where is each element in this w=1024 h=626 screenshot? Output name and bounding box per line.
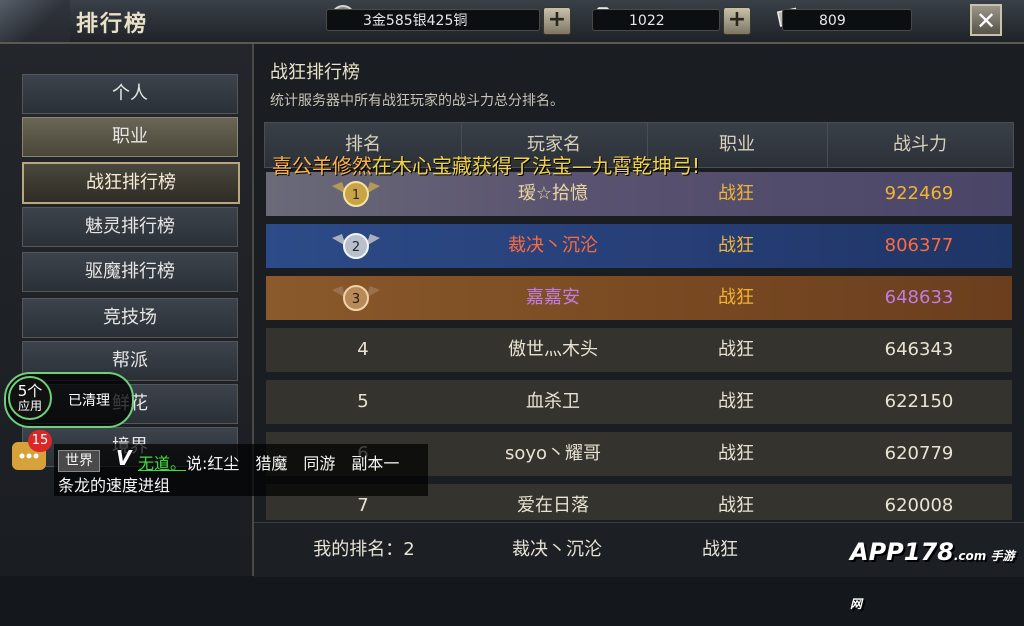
player-rank: 5 — [357, 391, 369, 412]
chat-sender[interactable]: 无道。 — [138, 454, 186, 473]
nav-personal[interactable]: 个人 — [22, 74, 238, 114]
diamond-value: 1022 — [629, 13, 665, 29]
vip-icon: V — [116, 446, 132, 470]
player-power: 806377 — [884, 235, 954, 256]
add-diamond-button[interactable]: + — [723, 7, 751, 35]
app-count: 5个 — [17, 382, 43, 400]
player-class: 战狂 — [718, 391, 754, 412]
player-class: 战狂 — [718, 287, 754, 308]
player-power: 648633 — [884, 287, 954, 308]
ticket-value: 809 — [819, 13, 846, 29]
player-power: 622150 — [884, 391, 954, 412]
nav-qumo-ranking[interactable]: 驱魔排行榜 — [22, 252, 238, 292]
player-name: 嘉嘉安 — [526, 287, 580, 308]
broadcast-player: 喜公羊修然 — [272, 154, 372, 178]
app-cleaner-bubble[interactable]: 5个 应用 已清理 — [4, 372, 134, 428]
watermark-logo: APP178.com 手游网 — [850, 530, 1020, 611]
svg-text:3: 3 — [352, 292, 360, 307]
cleaned-label: 已清理 — [68, 393, 110, 409]
table-row[interactable]: 3 嘉嘉安 战狂 648633 — [266, 276, 1012, 320]
silver-medal-icon: 2 — [332, 233, 380, 259]
player-name: 傲世灬木头 — [508, 339, 598, 360]
player-class: 战狂 — [718, 339, 754, 360]
diamond-display: 1022 — [592, 9, 720, 31]
chat-message-line1: 无道。说:红尘 猎魔 同游 副本一 — [138, 450, 399, 474]
top-bar: 排行榜 3金585银425铜 + 1022 + 809 ✕ — [0, 0, 1024, 44]
svg-text:1: 1 — [352, 188, 360, 203]
app-count-label: 应用 — [17, 399, 42, 413]
player-rank: 4 — [357, 339, 369, 360]
chat-message-text: 说:红尘 猎魔 同游 副本一 — [186, 454, 400, 473]
player-name: 裁决丶沉沦 — [508, 235, 598, 256]
watermark-text: APP178 — [850, 538, 954, 566]
page-title: 排行榜 — [76, 12, 149, 37]
chat-unread-badge: 15 — [28, 430, 52, 452]
channel-tag: 世界 — [58, 450, 100, 472]
player-name: soyo丶耀哥 — [504, 443, 602, 464]
bronze-medal-icon: 3 — [332, 285, 380, 311]
chat-message-line2: 条龙的速度进组 — [58, 476, 171, 495]
player-class: 战狂 — [718, 235, 754, 256]
currency-display: 3金585银425铜 — [326, 9, 540, 31]
table-row[interactable]: 5 血杀卫 战狂 622150 — [266, 380, 1012, 424]
nav-profession[interactable]: 职业 — [22, 117, 238, 157]
gold-medal-icon: 1 — [332, 181, 380, 207]
nav-meiling-ranking[interactable]: 魅灵排行榜 — [22, 207, 238, 247]
add-currency-button[interactable]: + — [543, 7, 571, 35]
system-broadcast: 喜公羊修然在木心宝藏获得了法宝—九霄乾坤弓! — [272, 150, 700, 179]
table-row[interactable]: 2 裁决丶沉沦 战狂 806377 — [266, 224, 1012, 268]
player-power: 646343 — [884, 339, 954, 360]
player-power: 922469 — [884, 183, 954, 204]
close-button[interactable]: ✕ — [970, 4, 1002, 36]
app-count-circle[interactable]: 5个 应用 — [8, 376, 52, 420]
nav-zhankuang-ranking[interactable]: 战狂排行榜 — [22, 162, 240, 204]
ranking-description: 统计服务器中所有战狂玩家的战斗力总分排名。 — [270, 93, 564, 109]
player-name: 血杀卫 — [526, 391, 580, 412]
category-sidebar: 个人 职业 战狂排行榜 魅灵排行榜 驱魔排行榜 竞技场 帮派 鲜花 境界 — [0, 44, 254, 576]
column-header-power: 战斗力 — [893, 134, 947, 155]
broadcast-text: 在木心宝藏获得了法宝—九霄乾坤弓! — [372, 154, 701, 178]
my-rank-label: 我的排名：2 — [313, 539, 415, 560]
chat-box[interactable]: 世界 V 无道。说:红尘 猎魔 同游 副本一 条龙的速度进组 — [54, 444, 428, 496]
player-power: 620779 — [884, 443, 954, 464]
svg-text:2: 2 — [352, 240, 360, 255]
ranking-panel: 战狂排行榜 统计服务器中所有战狂玩家的战斗力总分排名。 排名 玩家名 职业 战斗… — [254, 44, 1024, 577]
ticket-display: 809 — [782, 9, 912, 31]
currency-value: 3金585银425铜 — [363, 13, 468, 29]
table-row[interactable]: 4 傲世灬木头 战狂 646343 — [266, 328, 1012, 372]
ranking-title: 战狂排行榜 — [270, 62, 360, 83]
corner-ornament — [0, 0, 70, 42]
nav-arena[interactable]: 竞技场 — [22, 298, 238, 338]
my-class: 战狂 — [702, 539, 738, 560]
player-class: 战狂 — [718, 443, 754, 464]
my-name: 裁决丶沉沦 — [512, 539, 602, 560]
